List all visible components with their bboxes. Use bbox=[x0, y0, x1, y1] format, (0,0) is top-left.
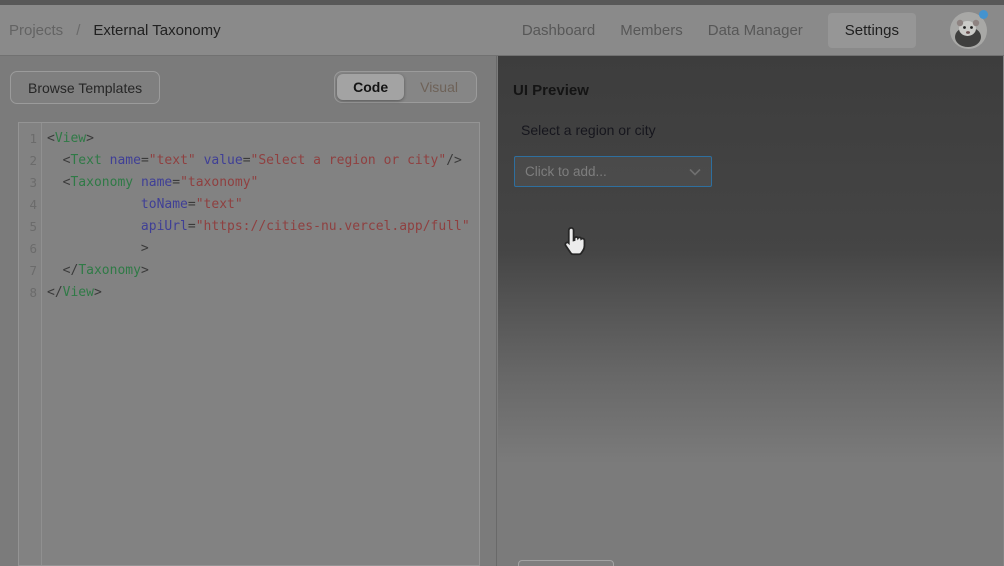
taxonomy-dropdown[interactable]: Click to add... bbox=[514, 156, 712, 187]
code-line[interactable]: > bbox=[47, 238, 479, 260]
line-number: 7 bbox=[19, 260, 41, 282]
nav-item-members[interactable]: Members bbox=[620, 20, 683, 41]
code-visual-toggle: Code Visual bbox=[334, 71, 477, 103]
code-line[interactable]: <View> bbox=[47, 128, 479, 150]
code-line[interactable]: toName="text" bbox=[47, 194, 479, 216]
code-line[interactable]: </View> bbox=[47, 282, 479, 304]
line-number: 5 bbox=[19, 216, 41, 238]
breadcrumb-projects-link[interactable]: Projects bbox=[9, 22, 63, 39]
code-line[interactable]: <Text name="text" value="Select a region… bbox=[47, 150, 479, 172]
code-lines[interactable]: <View> <Text name="text" value="Select a… bbox=[43, 123, 479, 565]
code-line[interactable]: apiUrl="https://cities-nu.vercel.app/ful… bbox=[47, 216, 479, 238]
breadcrumb-current-project: External Taxonomy bbox=[93, 22, 220, 39]
code-line[interactable]: <Taxonomy name="taxonomy" bbox=[47, 172, 479, 194]
ui-preview-title: UI Preview bbox=[513, 82, 589, 99]
browse-templates-button[interactable]: Browse Templates bbox=[10, 71, 160, 104]
nav-item-data-manager[interactable]: Data Manager bbox=[708, 20, 803, 41]
breadcrumb-separator: / bbox=[76, 22, 80, 39]
line-number: 3 bbox=[19, 172, 41, 194]
data-input-panel-edge bbox=[518, 560, 614, 566]
ui-preview-panel: UI Preview Select a region or city Click… bbox=[498, 56, 1004, 566]
notification-badge bbox=[979, 10, 988, 19]
code-line[interactable]: </Taxonomy> bbox=[47, 260, 479, 282]
line-number: 8 bbox=[19, 282, 41, 304]
user-avatar-wrap bbox=[950, 12, 987, 49]
line-number: 4 bbox=[19, 194, 41, 216]
breadcrumb: Projects / External Taxonomy bbox=[0, 22, 221, 39]
line-numbers: 12345678 bbox=[19, 123, 42, 565]
header-nav: Dashboard Members Data Manager Settings bbox=[522, 13, 916, 48]
line-number: 1 bbox=[19, 128, 41, 150]
preview-prompt-text: Select a region or city bbox=[521, 122, 656, 138]
chevron-down-icon bbox=[689, 168, 701, 176]
labeling-config-panel: Browse Templates Code Visual 12345678 <V… bbox=[0, 56, 497, 566]
header: Projects / External Taxonomy Dashboard M… bbox=[0, 5, 1004, 56]
line-number: 2 bbox=[19, 150, 41, 172]
main-content: Browse Templates Code Visual 12345678 <V… bbox=[0, 56, 1004, 566]
toggle-code-button[interactable]: Code bbox=[337, 74, 404, 100]
toggle-visual-button[interactable]: Visual bbox=[404, 74, 474, 100]
nav-item-settings[interactable]: Settings bbox=[828, 13, 916, 48]
code-editor[interactable]: 12345678 <View> <Text name="text" value=… bbox=[18, 122, 480, 566]
nav-item-dashboard[interactable]: Dashboard bbox=[522, 20, 595, 41]
taxonomy-dropdown-placeholder: Click to add... bbox=[525, 164, 607, 179]
app-window: Projects / External Taxonomy Dashboard M… bbox=[0, 0, 1004, 566]
line-number: 6 bbox=[19, 238, 41, 260]
